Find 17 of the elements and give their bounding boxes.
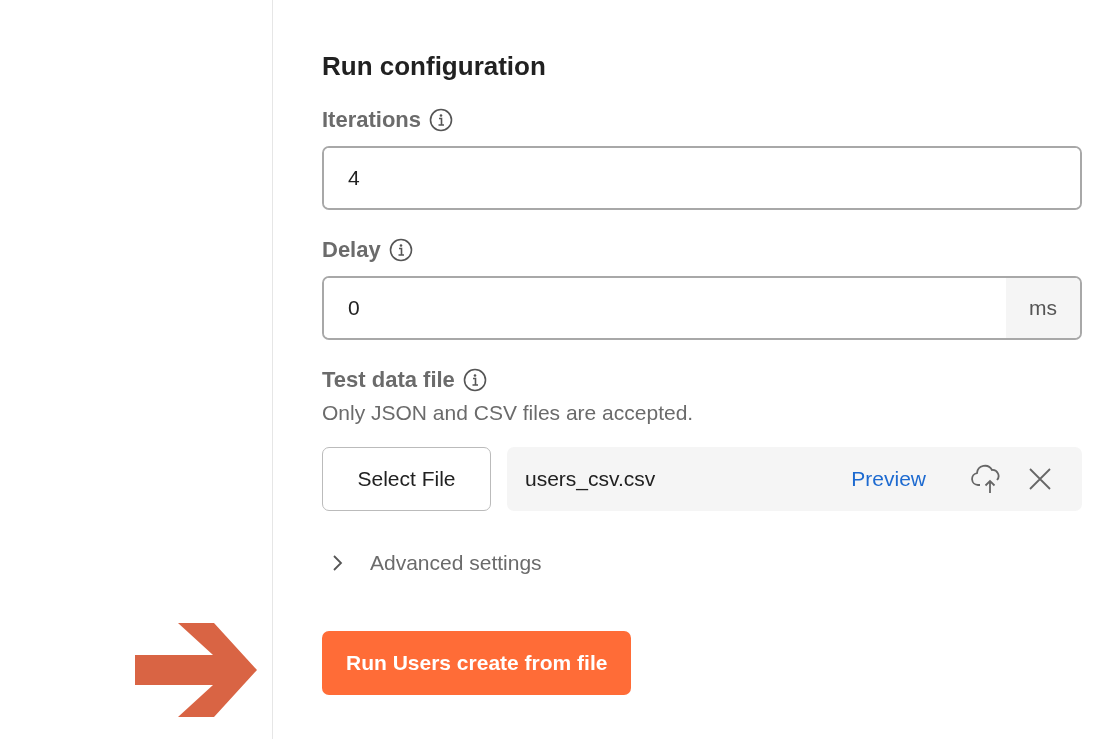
input-field[interactable]: 0 ms — [322, 276, 1082, 340]
field-label: Delay — [322, 237, 381, 263]
info-icon[interactable] — [429, 108, 454, 132]
info-icon[interactable] — [388, 238, 413, 262]
field-label: Iterations — [322, 107, 422, 133]
input-field[interactable]: 4 — [322, 146, 1082, 210]
chevron-icon[interactable] — [332, 554, 344, 572]
hint-text: Only JSON and CSV files are accepted. — [322, 401, 695, 425]
info-icon[interactable] — [462, 368, 487, 392]
select-file-button[interactable]: Select File — [322, 447, 491, 511]
section-title: Run configuration — [322, 50, 547, 83]
field-label: Test data file — [322, 367, 455, 393]
file-name: users_csv.csv — [525, 467, 657, 491]
preview-link[interactable]: Preview — [851, 467, 926, 491]
close-icon[interactable] — [1028, 467, 1052, 491]
advanced-settings-toggle[interactable]: Advanced settings — [370, 551, 542, 575]
unit-label: ms — [1006, 278, 1080, 338]
